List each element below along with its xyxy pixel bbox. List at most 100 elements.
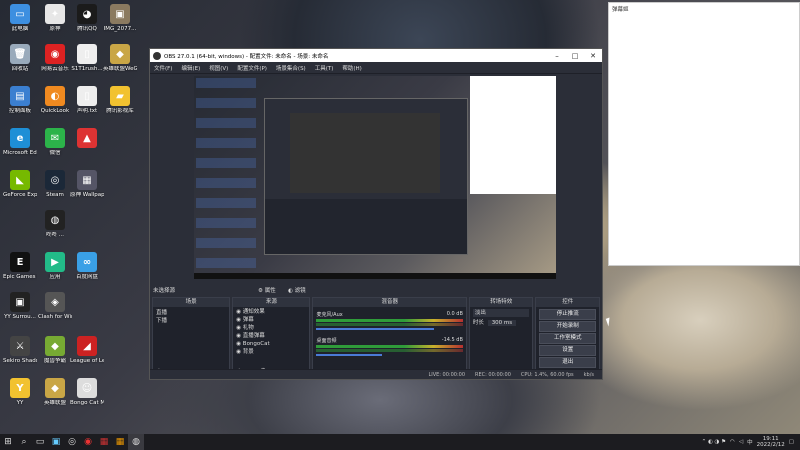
properties-button[interactable]: ⚙ 属性 [258, 286, 276, 294]
desktop-icon[interactable]: 🗑 回收站 [3, 44, 37, 73]
menu-profile[interactable]: 配置文件(P) [237, 64, 267, 72]
desktop-icon-label: 控制面板 [8, 108, 31, 114]
obs-statusbar: LIVE: 00:00:00 REC: 00:00:00 CPU: 1.4%, … [150, 369, 602, 379]
source-item[interactable]: ◉ 礼物 [236, 324, 306, 332]
volume-icon[interactable]: ◁ [739, 439, 743, 445]
source-item[interactable]: ◉ BongoCat [236, 340, 306, 348]
desktop-icon[interactable]: ◉ 网易云音乐 [38, 44, 72, 73]
desktop-icon[interactable]: ▯ S1T1rush... [70, 44, 104, 73]
obs-taskbar-icon[interactable]: ◍ [128, 434, 144, 450]
volume-meter [316, 319, 463, 322]
maximize-icon[interactable]: □ [566, 52, 584, 60]
sources-title: 来源 [233, 298, 310, 307]
volume-meter [316, 323, 463, 326]
danmaku-window[interactable]: 弹幕姬 [608, 2, 800, 266]
desktop-icon[interactable]: ▤ 控制面板 [3, 86, 37, 115]
desktop-icon-label: 魔兽争霸 [43, 358, 66, 364]
desktop-icon[interactable]: ▣ YY Surrou... [3, 292, 37, 321]
menu-scene-collection[interactable]: 场景集合(S) [276, 64, 306, 72]
desktop-icon[interactable]: ▦ 原神 Wallpaper [70, 170, 104, 199]
scene-item[interactable]: 下播 [156, 317, 226, 325]
desktop-icon-label: YY [16, 400, 24, 406]
app-icon[interactable]: ▦ [96, 434, 112, 450]
start-recording-button[interactable]: 开始录制 [539, 321, 597, 332]
controls-title: 控件 [536, 298, 600, 307]
desktop-icon[interactable]: E Epic Games Launcher [3, 252, 37, 281]
settings-button[interactable]: 设置 [539, 345, 597, 356]
game-icon: ✦ [45, 4, 65, 24]
search-icon[interactable]: ⌕ [16, 434, 32, 450]
menu-tools[interactable]: 工具(T) [315, 64, 334, 72]
obs-window[interactable]: OBS 27.0.1 (64-bit, windows) - 配置文件: 未命名… [149, 48, 603, 380]
duration-label: 时长 [472, 320, 484, 326]
transition-select[interactable]: 淡出 [472, 309, 530, 317]
desktop-icon[interactable]: ◕ 腾讯QQ [70, 4, 104, 33]
desktop-icon[interactable]: ◍ 咚咚 ... [38, 210, 72, 239]
desktop-icon[interactable]: ✦ 原神 [38, 4, 72, 33]
desktop-icon[interactable]: ▶ 应用 [38, 252, 72, 281]
desktop-icon[interactable]: ◆ 英雄联盟 [38, 378, 72, 407]
desktop-icon[interactable]: Y YY [3, 378, 37, 407]
clock[interactable]: 19:11 2022/2/12 [757, 436, 785, 448]
minimize-icon[interactable]: – [548, 52, 566, 60]
desktop-icon[interactable]: ◣ GeForce Experience [3, 170, 37, 199]
app-icon[interactable]: ▦ [112, 434, 128, 450]
app-icon: ▣ [10, 292, 30, 312]
desktop-icon[interactable]: ✉ 微信 [38, 128, 72, 157]
duration-input[interactable]: 300 ms [487, 320, 517, 326]
desktop-icon[interactable]: ◐ QuickLook [38, 86, 72, 115]
controls-dock: 控件 停止推流 开始录制 工作室模式 设置 退出 [535, 297, 601, 377]
desktop-icon[interactable]: ▲ [70, 128, 104, 150]
desktop-icon[interactable]: e Microsoft Edge [3, 128, 37, 157]
no-source-label: 未选择源 [153, 288, 176, 294]
filters-button[interactable]: ◐ 滤镜 [288, 286, 306, 294]
desktop-icon[interactable]: ◆ 英雄联盟WeGame版 [103, 44, 137, 73]
desktop-icon[interactable]: ◈ Clash for Windows... [38, 292, 72, 321]
netease-music-icon[interactable]: ◉ [80, 434, 96, 450]
desktop-icon[interactable]: ▣ IMG_2077... [103, 4, 137, 33]
source-item[interactable]: ◉ 弹幕 [236, 316, 306, 324]
tray-icons[interactable]: ⌃ ◐ ◑ ⚑ [702, 439, 726, 445]
menu-view[interactable]: 视图(V) [209, 64, 228, 72]
wechat-icon: ✉ [45, 128, 65, 148]
obs-logo-icon [153, 51, 161, 60]
menu-file[interactable]: 文件(F) [154, 64, 172, 72]
desktop-icon[interactable]: ◢ League of Legends [70, 336, 104, 365]
source-item[interactable]: ◉ 通知效果 [236, 308, 306, 316]
desktop-icon[interactable]: ⚔ Sekiro Shadows ... [3, 336, 37, 365]
edge-icon: e [10, 128, 30, 148]
wifi-icon[interactable]: ◠ [730, 439, 735, 445]
studio-mode-button[interactable]: 工作室模式 [539, 333, 597, 344]
close-icon[interactable]: ✕ [584, 52, 602, 60]
desktop-icon[interactable]: ∞ 百度网盘 [70, 252, 104, 281]
music-icon: ◉ [45, 44, 65, 64]
menu-help[interactable]: 帮助(H) [342, 64, 361, 72]
desktop-icon[interactable]: ▰ 腾讯影视库 [103, 86, 137, 115]
bilibili-icon[interactable]: ▣ [48, 434, 64, 450]
desktop-icon[interactable]: ◆ 魔兽争霸 [38, 336, 72, 365]
volume-slider[interactable] [316, 328, 434, 330]
source-item[interactable]: ◉ 直播弹幕 [236, 332, 306, 340]
obs-titlebar[interactable]: OBS 27.0.1 (64-bit, windows) - 配置文件: 未命名… [150, 49, 602, 62]
input-method-icon[interactable]: 中 [747, 438, 753, 446]
preview-desktop-icons [196, 78, 256, 268]
desktop-icon[interactable]: ◎ Steam [38, 170, 72, 199]
desktop-icon[interactable]: ▯ 声明.txt [70, 86, 104, 115]
lol-icon: ◆ [45, 378, 65, 398]
windows-start-icon[interactable]: ⊞ [0, 434, 16, 450]
task-view-icon[interactable]: ▭ [32, 434, 48, 450]
desktop-icon-label: 声明.txt [76, 108, 98, 114]
stop-streaming-button[interactable]: 停止推流 [539, 309, 597, 320]
notification-icon[interactable]: ▢ [789, 439, 794, 445]
desktop-icon[interactable]: ▭ 此电脑 [3, 4, 37, 33]
desktop-icon[interactable]: ☺ Bongo Cat Mver.exe [70, 378, 104, 407]
source-item[interactable]: ◉ 背景 [236, 348, 306, 356]
menu-edit[interactable]: 编辑(E) [181, 64, 200, 72]
exit-button[interactable]: 退出 [539, 357, 597, 368]
obs-preview[interactable] [194, 76, 556, 279]
control-panel-icon: ▤ [10, 86, 30, 106]
clock-date: 2022/2/12 [756, 442, 785, 448]
scene-item[interactable]: 直播 [156, 309, 226, 317]
volume-slider[interactable] [316, 354, 383, 356]
steam-icon[interactable]: ◎ [64, 434, 80, 450]
